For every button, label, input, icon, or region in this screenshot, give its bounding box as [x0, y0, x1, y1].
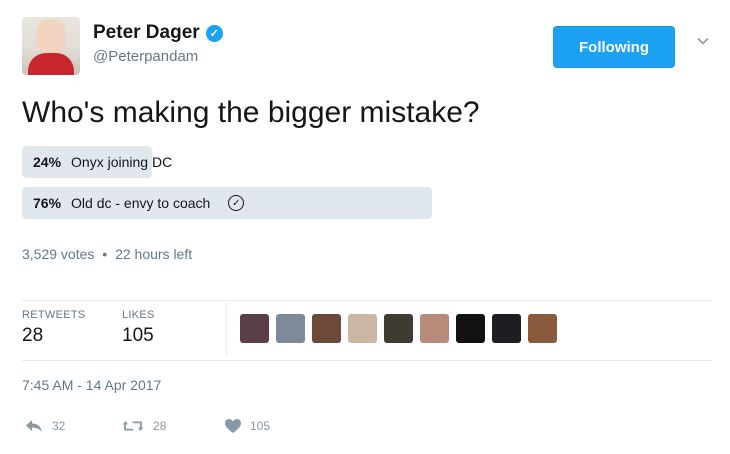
like-count: 105 — [250, 419, 271, 433]
user-name-text: Peter Dager — [93, 22, 200, 43]
avatar-body — [28, 53, 74, 75]
like-button[interactable]: 105 — [224, 418, 270, 434]
heart-icon — [224, 418, 242, 434]
liker-avatar-5[interactable] — [384, 314, 413, 343]
retweets-count: 28 — [22, 325, 44, 346]
user-handle[interactable]: @Peterpandam — [93, 48, 198, 65]
liker-avatar-7[interactable] — [456, 314, 485, 343]
reply-button[interactable]: 32 — [24, 418, 65, 434]
reply-count: 32 — [52, 419, 66, 433]
poll-option-label: Old dc - envy to coach — [71, 195, 211, 211]
liker-avatar-8[interactable] — [492, 314, 521, 343]
retweet-icon — [121, 418, 145, 434]
liker-avatar-4[interactable] — [348, 314, 377, 343]
poll-time-left: 22 hours left — [115, 246, 193, 262]
retweets-label: RETWEETS — [22, 309, 86, 321]
retweets-stat[interactable]: RETWEETS 28 — [22, 309, 86, 347]
tweet-text: Who's making the bigger mistake? — [22, 96, 480, 129]
likes-label: LIKES — [122, 309, 155, 321]
retweet-button[interactable]: 28 — [121, 418, 166, 434]
poll-votes: 3,529 votes — [22, 246, 95, 262]
likers-avatars — [240, 314, 557, 343]
liker-avatar-2[interactable] — [276, 314, 305, 343]
poll-option-1: 24% Onyx joining DC — [22, 146, 562, 178]
poll-separator: • — [102, 246, 108, 262]
following-button[interactable]: Following — [553, 26, 675, 68]
poll-option-percent: 76% — [33, 195, 62, 211]
divider — [22, 300, 712, 301]
chevron-down-icon[interactable] — [696, 34, 710, 48]
verified-badge-icon: ✓ — [205, 24, 223, 42]
liker-avatar-9[interactable] — [528, 314, 557, 343]
avatar[interactable] — [22, 17, 80, 75]
liker-avatar-3[interactable] — [312, 314, 341, 343]
divider — [22, 360, 712, 361]
likes-stat[interactable]: LIKES 105 — [122, 309, 155, 347]
poll-option-percent: 24% — [33, 154, 62, 170]
check-circle-icon: ✓ — [228, 195, 245, 211]
likes-count: 105 — [122, 325, 154, 346]
user-name[interactable]: Peter Dager ✓ — [93, 22, 223, 44]
liker-avatar-1[interactable] — [240, 314, 269, 343]
liker-avatar-6[interactable] — [420, 314, 449, 343]
reply-icon — [24, 418, 44, 434]
poll-option-label: Onyx joining DC — [71, 154, 173, 170]
tweet-timestamp[interactable]: 7:45 AM - 14 Apr 2017 — [22, 377, 161, 393]
avatar-face — [36, 21, 66, 55]
stats-separator — [226, 302, 227, 356]
poll-meta: 3,529 votes • 22 hours left — [22, 246, 192, 262]
poll-option-2: 76% Old dc - envy to coach ✓ — [22, 187, 562, 219]
retweet-count: 28 — [153, 419, 167, 433]
